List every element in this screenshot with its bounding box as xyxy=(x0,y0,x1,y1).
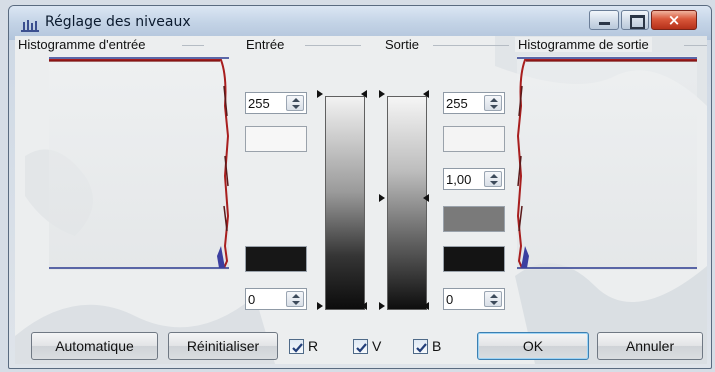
maximize-button[interactable] xyxy=(621,10,649,30)
checkmark-icon xyxy=(292,343,303,353)
output-label: Sortie xyxy=(382,37,422,52)
output-high-value[interactable]: 255 xyxy=(446,96,482,111)
output-histogram-label: Histogramme de sortie xyxy=(515,37,652,52)
output-gamma-stepper[interactable]: 1,00 xyxy=(443,168,505,190)
spin-up-icon[interactable] xyxy=(490,98,498,102)
input-label: Entrée xyxy=(243,37,288,52)
input-black-slider[interactable] xyxy=(317,302,323,310)
input-high-value[interactable]: 255 xyxy=(248,96,284,111)
channel-r-label: R xyxy=(308,338,319,354)
output-low-swatch xyxy=(443,246,505,272)
spin-down-icon[interactable] xyxy=(292,301,300,305)
output-gamma-slider[interactable] xyxy=(379,194,385,202)
input-low-value[interactable]: 0 xyxy=(248,292,284,307)
output-high-stepper[interactable]: 255 xyxy=(443,92,505,114)
close-icon: × xyxy=(667,11,681,29)
input-black-slider-right[interactable] xyxy=(361,302,367,310)
spin-down-icon[interactable] xyxy=(490,105,498,109)
spin-arrows[interactable] xyxy=(286,95,304,111)
levels-icon xyxy=(21,20,39,32)
checkmark-icon xyxy=(416,343,427,353)
checkbox-box[interactable] xyxy=(413,339,428,354)
divider xyxy=(305,45,361,46)
channel-b-label: B xyxy=(432,338,442,354)
input-high-swatch xyxy=(245,126,307,152)
spin-down-icon[interactable] xyxy=(490,181,498,185)
output-black-slider[interactable] xyxy=(379,302,385,310)
spin-up-icon[interactable] xyxy=(292,98,300,102)
spin-down-icon[interactable] xyxy=(292,105,300,109)
output-gradient-bar[interactable] xyxy=(387,96,427,310)
title-bar[interactable]: Réglage des niveaux × xyxy=(9,6,711,40)
checkmark-icon xyxy=(356,343,367,353)
input-white-slider-right[interactable] xyxy=(361,90,367,98)
spin-arrows[interactable] xyxy=(484,95,502,111)
close-button[interactable]: × xyxy=(651,10,697,30)
input-low-stepper[interactable]: 0 xyxy=(245,288,307,310)
spin-arrows[interactable] xyxy=(484,171,502,187)
cancel-button[interactable]: Annuler xyxy=(597,332,703,360)
output-white-slider[interactable] xyxy=(379,90,385,98)
levels-dialog: Réglage des niveaux × Histogramme d'entr… xyxy=(8,5,712,369)
output-white-slider-right[interactable] xyxy=(423,90,429,98)
window-title: Réglage des niveaux xyxy=(45,14,191,30)
spin-arrows[interactable] xyxy=(286,291,304,307)
output-black-slider-right[interactable] xyxy=(423,302,429,310)
spin-up-icon[interactable] xyxy=(490,294,498,298)
input-histogram-label: Histogramme d'entrée xyxy=(15,37,149,52)
checkbox-box[interactable] xyxy=(353,339,368,354)
channel-v-label: V xyxy=(372,338,382,354)
output-histogram xyxy=(517,56,697,270)
output-low-stepper[interactable]: 0 xyxy=(443,288,505,310)
dialog-body: Histogramme d'entrée Entrée Sortie Histo… xyxy=(15,36,707,364)
spin-up-icon[interactable] xyxy=(292,294,300,298)
spin-down-icon[interactable] xyxy=(490,301,498,305)
output-gamma-value[interactable]: 1,00 xyxy=(446,172,482,187)
input-white-slider[interactable] xyxy=(317,90,323,98)
divider xyxy=(684,45,707,46)
ok-button[interactable]: OK xyxy=(477,332,589,360)
auto-button[interactable]: Automatique xyxy=(31,332,158,360)
minimize-button[interactable] xyxy=(589,10,619,30)
input-high-stepper[interactable]: 255 xyxy=(245,92,307,114)
output-high-swatch xyxy=(443,126,505,152)
divider xyxy=(182,45,204,46)
reset-button[interactable]: Réinitialiser xyxy=(168,332,278,360)
checkbox-box[interactable] xyxy=(289,339,304,354)
output-mid-swatch xyxy=(443,206,505,232)
input-histogram xyxy=(49,56,229,270)
spin-arrows[interactable] xyxy=(484,291,502,307)
spin-up-icon[interactable] xyxy=(490,174,498,178)
output-gamma-slider-right[interactable] xyxy=(423,194,429,202)
output-low-value[interactable]: 0 xyxy=(446,292,482,307)
input-low-swatch xyxy=(245,246,307,272)
divider xyxy=(433,45,509,46)
input-gradient-bar[interactable] xyxy=(325,96,365,310)
